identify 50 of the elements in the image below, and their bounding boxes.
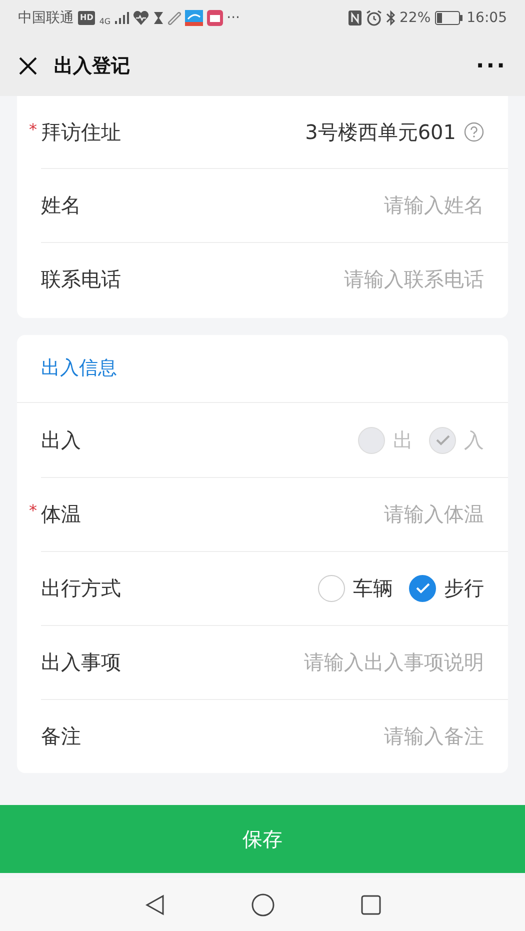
bluetooth-icon: [386, 10, 396, 26]
required-mark: *: [29, 119, 37, 141]
recent-apps-button[interactable]: [360, 894, 382, 916]
recent-apps-icon: [360, 894, 382, 916]
close-icon: [18, 56, 38, 76]
signal-icon: [114, 12, 129, 24]
input-field[interactable]: 请输入姓名: [224, 190, 484, 220]
radio-option: 入: [429, 425, 484, 455]
back-button[interactable]: [144, 894, 166, 916]
field-label: 姓名: [41, 192, 81, 219]
required-mark: *: [29, 500, 37, 522]
field-label: 出入: [41, 427, 81, 454]
field-label: 出行方式: [41, 575, 121, 602]
radio-option[interactable]: 步行: [409, 573, 484, 603]
field-label: 体温: [41, 501, 81, 528]
link-icon: [168, 12, 181, 24]
input-field[interactable]: 请输入联系电话: [224, 264, 484, 294]
field-label: 出入事项: [41, 649, 121, 676]
close-button[interactable]: [18, 56, 38, 76]
section-title: 出入信息: [17, 335, 508, 403]
battery-percent: 22%: [400, 8, 431, 28]
field-value: 3号楼西单元601: [305, 119, 456, 146]
nfc-icon: [348, 10, 362, 26]
check-icon: [434, 434, 450, 446]
more-button[interactable]: ···: [476, 50, 507, 82]
field-label: 联系电话: [41, 266, 121, 293]
input-field[interactable]: 请输入出入事项说明: [224, 647, 484, 677]
alarm-icon: [366, 10, 382, 26]
hourglass-icon: [152, 11, 164, 25]
app-icon: [184, 10, 203, 26]
help-icon: [464, 122, 484, 142]
calendar-icon: [206, 10, 223, 26]
radio-option[interactable]: 车辆: [318, 573, 393, 603]
carrier-name: 中国联通: [18, 8, 74, 28]
back-icon: [144, 894, 166, 916]
more-notifications: ···: [226, 8, 240, 28]
radio-option: 出: [358, 425, 413, 455]
field-label: 备注: [41, 723, 81, 750]
home-icon: [250, 892, 274, 916]
field-label: 拜访住址: [41, 119, 121, 146]
home-button[interactable]: [250, 892, 274, 916]
check-icon: [414, 582, 430, 594]
clock-time: 16:05: [466, 8, 507, 28]
battery-icon: [434, 11, 463, 25]
heart-rate-icon: [132, 11, 149, 25]
input-field[interactable]: 请输入备注: [224, 721, 484, 751]
input-field[interactable]: 请输入体温: [224, 499, 484, 529]
page-title: 出入登记: [54, 54, 130, 79]
hd-badge: HD: [78, 11, 96, 25]
network-type: 4G: [99, 16, 111, 28]
